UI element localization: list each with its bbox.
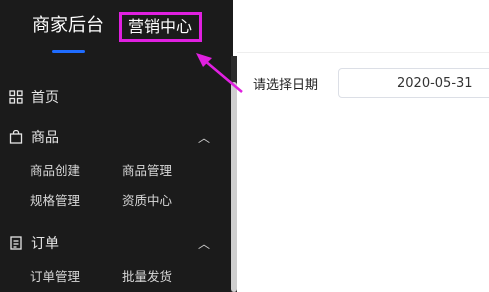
active-tab-indicator bbox=[52, 50, 85, 53]
date-label: 请选择日期 bbox=[253, 78, 319, 93]
tab-merchant-backend[interactable]: 商家后台 bbox=[32, 14, 104, 38]
divider bbox=[237, 52, 489, 53]
sidebar-item-label: 首页 bbox=[31, 90, 59, 106]
sidebar-item-product-create[interactable]: 商品创建 bbox=[30, 160, 80, 179]
chevron-up-icon[interactable]: ︿ bbox=[198, 235, 210, 252]
sidebar-item-product-manage[interactable]: 商品管理 bbox=[122, 160, 172, 179]
main-content: 请选择日期 2020-05-31 bbox=[237, 0, 489, 292]
bag-icon bbox=[8, 129, 24, 145]
tab-marketing-center[interactable]: 营销中心 bbox=[128, 15, 192, 39]
sidebar-group-label: 商品 bbox=[31, 130, 59, 146]
sidebar-group-label: 订单 bbox=[31, 236, 59, 252]
sidebar-item-order-manage[interactable]: 订单管理 bbox=[30, 266, 80, 285]
sidebar-item-batch-ship[interactable]: 批量发货 bbox=[122, 266, 172, 285]
document-icon bbox=[8, 235, 24, 251]
sidebar-group-orders[interactable]: 订单 ︿ bbox=[0, 226, 233, 260]
sidebar-item-spec-manage[interactable]: 规格管理 bbox=[30, 190, 80, 209]
sidebar-item-home[interactable]: 首页 bbox=[0, 80, 233, 114]
sidebar: 商家后台 营销中心 首页 商品 ︿ 商品创建 商品管理 规格管理 资质中心 订单… bbox=[0, 0, 233, 292]
menu-group-orders: 订单 ︿ 订单管理 批量发货 bbox=[0, 226, 233, 290]
grid-icon bbox=[8, 89, 24, 105]
date-input[interactable]: 2020-05-31 bbox=[338, 68, 489, 98]
sidebar-group-products[interactable]: 商品 ︿ bbox=[0, 120, 233, 154]
sidebar-item-qualification-center[interactable]: 资质中心 bbox=[122, 190, 172, 209]
chevron-up-icon[interactable]: ︿ bbox=[198, 129, 210, 146]
menu-group-products: 商品 ︿ 商品创建 商品管理 规格管理 资质中心 bbox=[0, 120, 233, 214]
top-nav: 商家后台 营销中心 bbox=[0, 0, 233, 56]
